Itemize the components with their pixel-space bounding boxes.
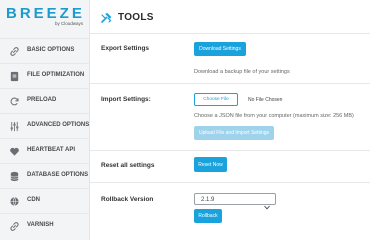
- sidebar-item-label: HEARTBEAT API: [27, 147, 75, 153]
- reset-settings-label: Reset all settings: [101, 162, 155, 169]
- divider: [90, 182, 370, 183]
- sidebar-item-label: DATABASE OPTIONS: [27, 172, 89, 178]
- sidebar-item-label: VARNISH: [27, 222, 54, 228]
- heart-icon: [8, 145, 20, 157]
- import-settings-label: Import Settings:: [101, 96, 151, 103]
- sidebar-item-basic-options[interactable]: BASIC OPTIONS: [0, 38, 90, 63]
- sidebar-item-advanced-options[interactable]: ADVANCED OPTIONS: [0, 113, 90, 138]
- link-icon: [8, 220, 20, 232]
- sidebar: BREEZE by Cloudways BASIC OPTIONS FILE O…: [0, 0, 90, 240]
- page-header: TOOLS: [90, 0, 370, 34]
- sidebar-item-varnish[interactable]: VARNISH: [0, 213, 90, 238]
- page-title: TOOLS: [118, 12, 154, 23]
- choose-file-button[interactable]: Choose File: [194, 93, 238, 106]
- link-icon: [8, 45, 20, 57]
- sidebar-item-database-options[interactable]: DATABASE OPTIONS: [0, 163, 90, 188]
- upload-import-button[interactable]: Upload File and Import Settings: [194, 126, 274, 140]
- brand-name: BREEZE: [6, 5, 85, 22]
- export-help-text: Download a backup file of your settings: [194, 69, 290, 75]
- sidebar-item-label: CDN: [27, 197, 40, 203]
- brand-subtitle: by Cloudways: [54, 21, 83, 26]
- export-settings-label: Export Settings: [101, 45, 150, 52]
- sidebar-item-label: PRELOAD: [27, 97, 57, 103]
- select-value: 2.1.9: [201, 196, 215, 203]
- rollback-button[interactable]: Rollback: [194, 209, 222, 223]
- divider: [90, 150, 370, 151]
- chevron-down-icon: [264, 197, 270, 210]
- reset-now-button[interactable]: Reset Now: [194, 157, 227, 172]
- globe-icon: [8, 195, 20, 207]
- sidebar-item-label: BASIC OPTIONS: [27, 47, 75, 53]
- sliders-icon: [8, 120, 20, 132]
- download-settings-button[interactable]: Download Settings: [194, 42, 246, 56]
- refresh-icon: [8, 95, 20, 107]
- import-help-text: Choose a JSON file from your computer (m…: [194, 113, 354, 119]
- brand-logo: BREEZE by Cloudways: [0, 0, 89, 36]
- sidebar-item-preload[interactable]: PRELOAD: [0, 88, 90, 113]
- sidebar-item-file-optimization[interactable]: FILE OPTIMIZATION: [0, 63, 90, 88]
- tools-icon: [100, 11, 112, 23]
- sidebar-item-cdn[interactable]: CDN: [0, 188, 90, 213]
- rollback-version-label: Rollback Version: [101, 196, 154, 203]
- file-icon: [8, 70, 20, 82]
- sidebar-item-label: FILE OPTIMIZATION: [27, 72, 85, 78]
- file-status-text: No File Chosen: [248, 97, 283, 103]
- sidebar-item-label: ADVANCED OPTIONS: [27, 122, 90, 128]
- rollback-version-select[interactable]: 2.1.9: [194, 193, 276, 210]
- database-icon: [8, 170, 20, 182]
- sidebar-item-heartbeat-api[interactable]: HEARTBEAT API: [0, 138, 90, 163]
- divider: [90, 83, 370, 84]
